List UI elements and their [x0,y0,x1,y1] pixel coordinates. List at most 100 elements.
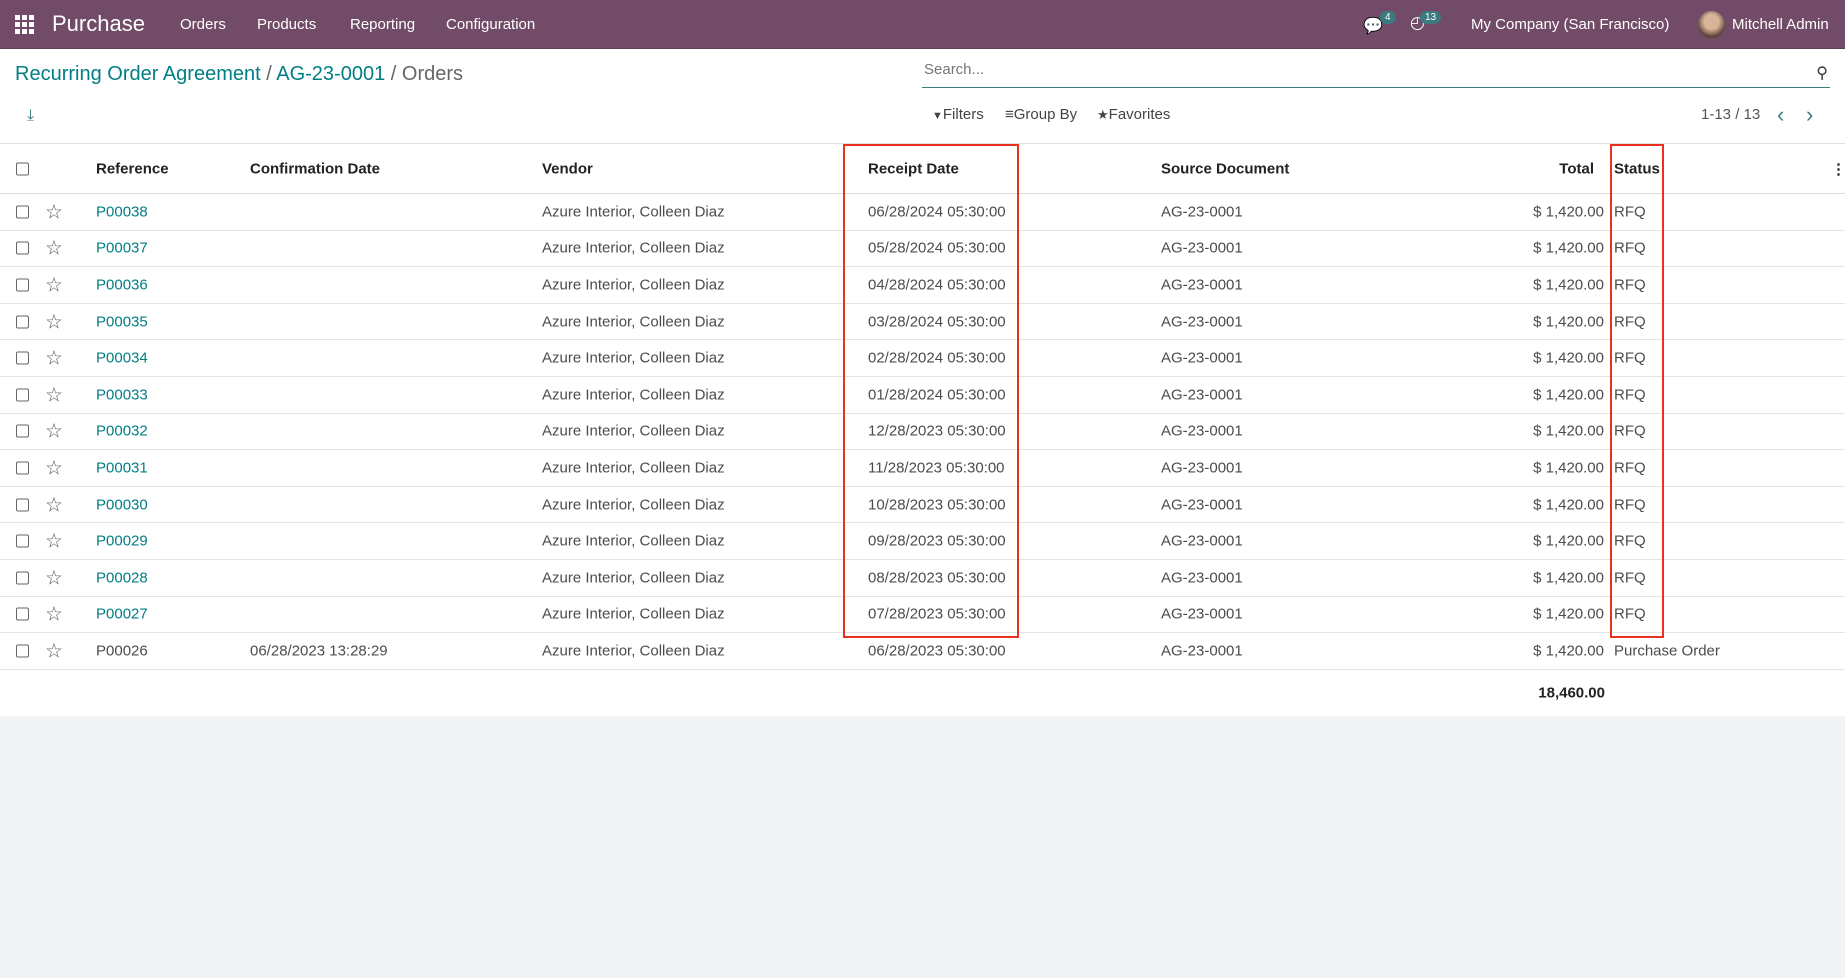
search-input[interactable] [922,61,1802,78]
col-reference[interactable]: Reference [96,160,169,177]
row-checkbox[interactable] [16,498,29,512]
table-row[interactable]: ☆ P00032 Azure Interior, Colleen Diaz 12… [0,413,1845,451]
col-vendor[interactable]: Vendor [542,160,593,177]
star-icon[interactable]: ☆ [45,382,63,407]
company-switcher[interactable]: My Company (San Francisco) [1471,16,1669,33]
pager-value[interactable]: 1-13 / 13 [1701,106,1760,123]
total-cell: $ 1,420.00 [1533,276,1604,294]
table-row[interactable]: ☆ P00037 Azure Interior, Colleen Diaz 05… [0,230,1845,268]
col-total[interactable]: Total [1559,160,1594,177]
status-cell: RFQ [1614,605,1646,623]
star-icon[interactable]: ☆ [45,199,63,224]
filters-button[interactable]: ▼Filters [932,106,984,123]
source-document-cell: AG-23-0001 [1161,569,1243,587]
download-icon[interactable]: ⤓ [27,107,34,125]
reference-cell[interactable]: P00032 [96,423,148,440]
table-row[interactable]: ☆ P00026 06/28/2023 13:28:29 Azure Inter… [0,633,1845,670]
favorites-button[interactable]: ★Favorites [1097,106,1170,123]
table-row[interactable]: ☆ P00029 Azure Interior, Colleen Diaz 09… [0,523,1845,560]
reference-cell[interactable]: P00038 [96,203,148,220]
star-icon[interactable]: ☆ [45,638,63,663]
column-options-icon[interactable]: ⋮ [1831,160,1845,178]
star-icon[interactable]: ☆ [45,492,63,517]
row-checkbox[interactable] [16,571,29,585]
star-icon[interactable]: ☆ [45,272,63,297]
menu-configuration[interactable]: Configuration [446,16,535,33]
row-checkbox[interactable] [16,534,29,548]
star-icon[interactable]: ☆ [45,419,63,444]
col-source-document[interactable]: Source Document [1161,160,1289,177]
menu-orders[interactable]: Orders [180,16,226,33]
reference-cell[interactable]: P00033 [96,386,148,403]
group-by-button[interactable]: ≡Group By [1005,106,1077,123]
pager-next-icon[interactable]: › [1806,102,1813,128]
filter-icon: ▼ [932,110,943,122]
row-checkbox[interactable] [16,424,29,438]
row-checkbox[interactable] [16,388,29,402]
reference-cell[interactable]: P00035 [96,313,148,330]
row-checkbox[interactable] [16,278,29,292]
table-row[interactable]: ☆ P00028 Azure Interior, Colleen Diaz 08… [0,559,1845,597]
receipt-date-cell: 07/28/2023 05:30:00 [868,605,1006,623]
table-row[interactable]: ☆ P00027 Azure Interior, Colleen Diaz 07… [0,596,1845,634]
row-checkbox[interactable] [16,241,29,255]
col-receipt-date[interactable]: Receipt Date [868,160,959,177]
table-row[interactable]: ☆ P00038 Azure Interior, Colleen Diaz 06… [0,194,1845,231]
confirmation-date-cell: 06/28/2023 13:28:29 [250,642,388,660]
vendor-cell: Azure Interior, Colleen Diaz [542,386,725,404]
source-document-cell: AG-23-0001 [1161,532,1243,550]
reference-cell[interactable]: P00034 [96,350,148,367]
table-row[interactable]: ☆ P00036 Azure Interior, Colleen Diaz 04… [0,267,1845,304]
row-checkbox[interactable] [16,315,29,329]
source-document-cell: AG-23-0001 [1161,203,1243,221]
table-row[interactable]: ☆ P00035 Azure Interior, Colleen Diaz 03… [0,303,1845,341]
status-cell: RFQ [1614,459,1646,477]
row-checkbox[interactable] [16,644,29,658]
star-icon[interactable]: ☆ [45,236,63,261]
avatar[interactable] [1698,11,1725,38]
app-menu-icon[interactable] [15,15,34,34]
messages-badge: 4 [1380,11,1396,24]
app-title[interactable]: Purchase [52,11,145,37]
reference-cell[interactable]: P00037 [96,240,148,257]
breadcrumb-agreement[interactable]: Recurring Order Agreement [15,63,261,85]
reference-cell[interactable]: P00030 [96,496,148,513]
star-icon[interactable]: ☆ [45,565,63,590]
reference-cell[interactable]: P00031 [96,459,148,476]
menu-products[interactable]: Products [257,16,316,33]
reference-cell[interactable]: P00036 [96,276,148,293]
reference-cell[interactable]: P00029 [96,533,148,550]
total-cell: $ 1,420.00 [1533,605,1604,623]
pager-prev-icon[interactable]: ‹ [1777,102,1784,128]
row-checkbox[interactable] [16,607,29,621]
star-icon[interactable]: ☆ [45,309,63,334]
row-checkbox[interactable] [16,461,29,475]
reference-cell[interactable]: P00028 [96,569,148,586]
search-bar: ⚲ [922,61,1830,88]
star-icon[interactable]: ☆ [45,529,63,554]
col-confirmation-date[interactable]: Confirmation Date [250,160,380,177]
col-status[interactable]: Status [1614,160,1660,177]
status-cell: RFQ [1614,386,1646,404]
reference-cell[interactable]: P00027 [96,606,148,623]
table-row[interactable]: ☆ P00030 Azure Interior, Colleen Diaz 10… [0,486,1845,524]
breadcrumb-ag[interactable]: AG-23-0001 [276,63,385,85]
menu-reporting[interactable]: Reporting [350,16,415,33]
vendor-cell: Azure Interior, Colleen Diaz [542,496,725,514]
star-icon[interactable]: ☆ [45,602,63,627]
row-checkbox[interactable] [16,351,29,365]
reference-cell[interactable]: P00026 [96,642,148,659]
star-icon[interactable]: ☆ [45,455,63,480]
star-icon[interactable]: ☆ [45,346,63,371]
status-cell: RFQ [1614,276,1646,294]
select-all-checkbox[interactable] [16,162,29,175]
table-row[interactable]: ☆ P00034 Azure Interior, Colleen Diaz 02… [0,340,1845,377]
total-cell: $ 1,420.00 [1533,203,1604,221]
table-row[interactable]: ☆ P00033 Azure Interior, Colleen Diaz 01… [0,376,1845,414]
vendor-cell: Azure Interior, Colleen Diaz [542,422,725,440]
search-icon[interactable]: ⚲ [1816,63,1828,83]
row-checkbox[interactable] [16,205,29,219]
table-row[interactable]: ☆ P00031 Azure Interior, Colleen Diaz 11… [0,450,1845,487]
total-cell: $ 1,420.00 [1533,422,1604,440]
user-menu[interactable]: Mitchell Admin [1732,16,1829,33]
